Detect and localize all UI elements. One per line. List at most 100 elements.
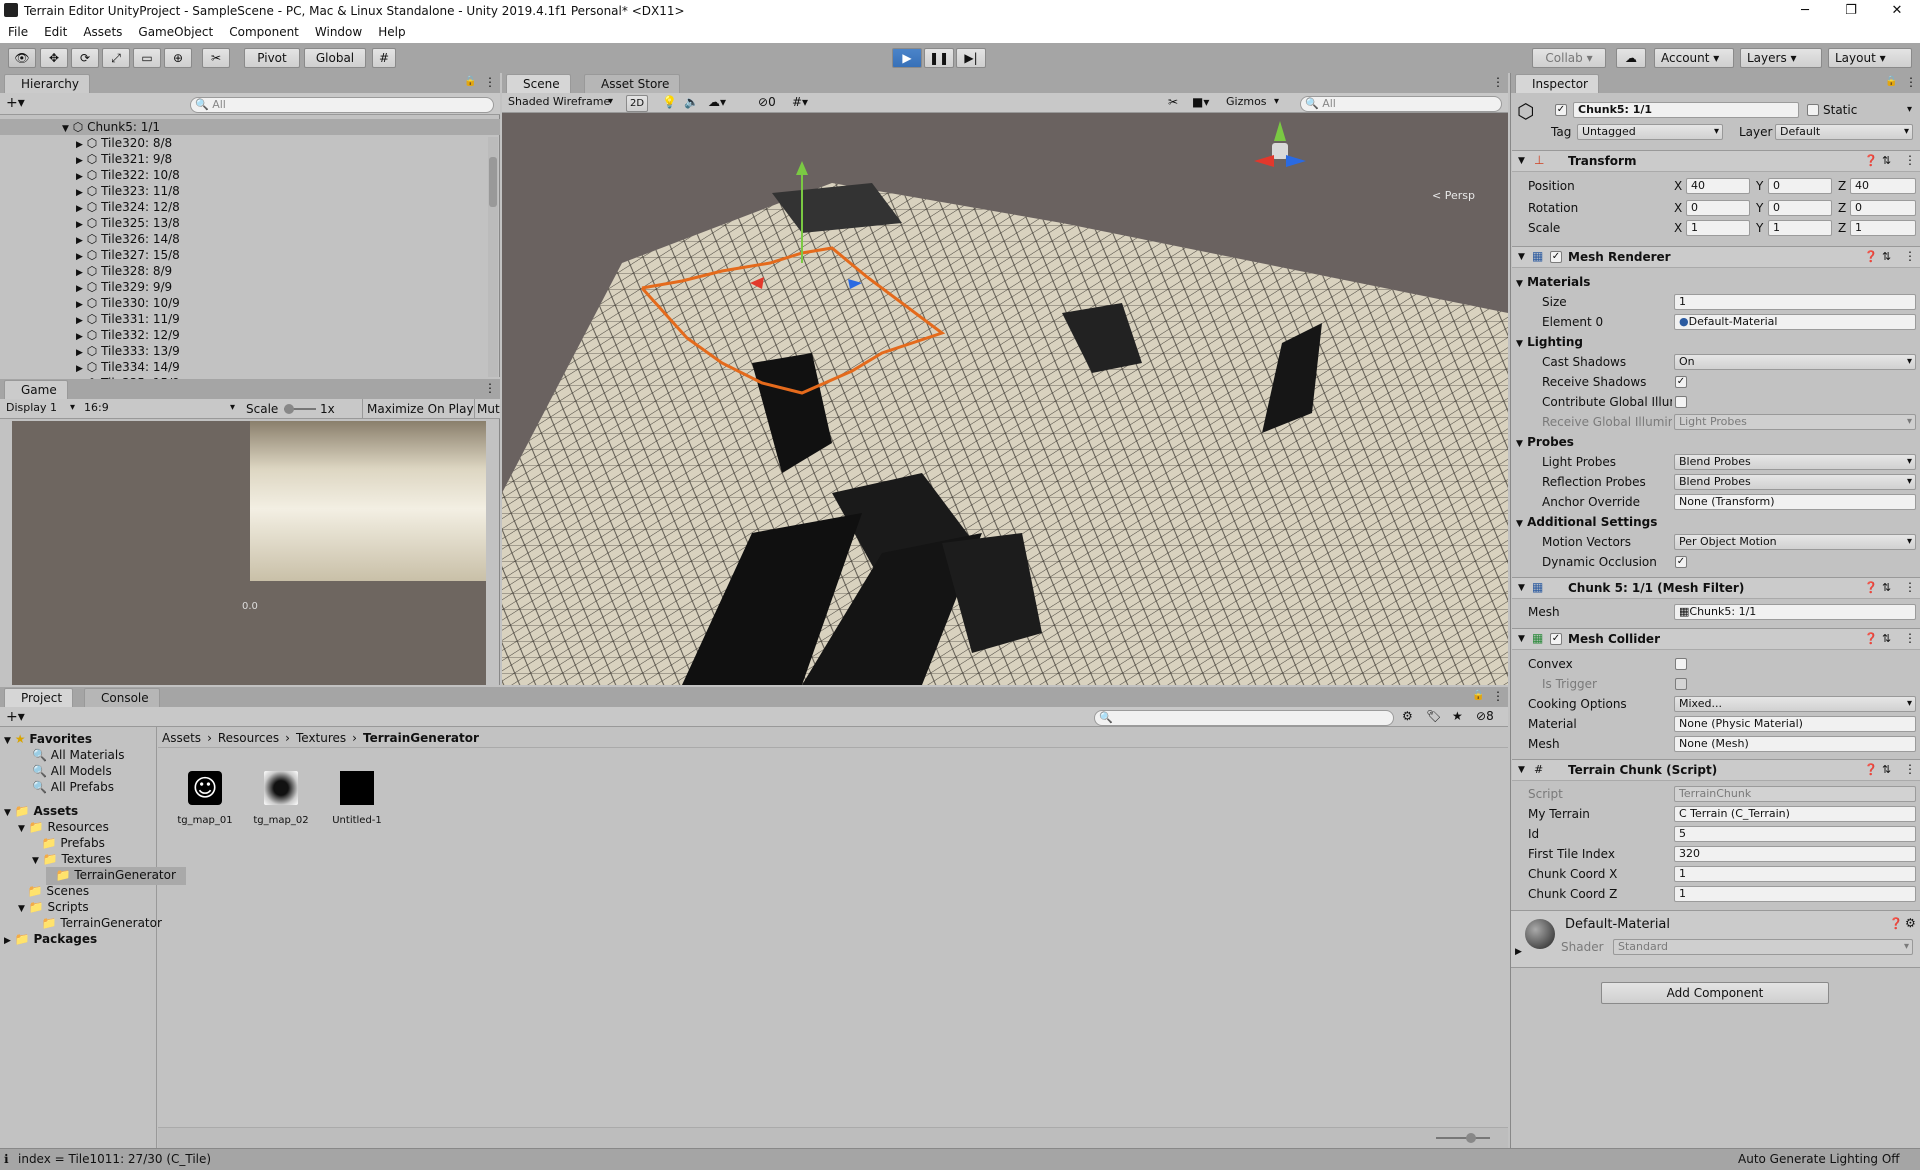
kebab-menu-icon[interactable]: ⋮ (1492, 75, 1504, 89)
hierarchy-item[interactable]: ▶ ⬡ Tile327: 15/8 (0, 247, 500, 263)
hierarchy-item[interactable]: ▶ ⬡ Tile324: 12/8 (0, 199, 500, 215)
create-asset-button[interactable]: +▾ (6, 709, 25, 725)
kebab-menu-icon[interactable]: ⋮ (1904, 580, 1916, 594)
position-z-field[interactable]: 40 (1850, 178, 1916, 194)
help-icon[interactable]: ❓ (1864, 154, 1878, 167)
tools-icon[interactable]: ✂ (1168, 95, 1178, 109)
maximize-button[interactable]: ❐ (1828, 0, 1874, 22)
collab-button[interactable]: Collab ▾ (1532, 48, 1606, 68)
menu-file[interactable]: File (8, 22, 28, 43)
cast-shadows-dropdown[interactable]: On (1674, 354, 1916, 370)
audio-toggle-icon[interactable]: 🔈 (684, 95, 699, 109)
position-x-field[interactable]: 40 (1686, 178, 1750, 194)
hierarchy-item[interactable]: ▶ ⬡ Tile320: 8/8 (0, 135, 500, 151)
scale-z-field[interactable]: 1 (1850, 220, 1916, 236)
hierarchy-item[interactable]: ▶ ⬡ Tile329: 9/9 (0, 279, 500, 295)
first-tile-index-field[interactable]: 320 (1674, 846, 1916, 862)
lighting-foldout[interactable]: ▼ Lighting (1516, 334, 1583, 352)
help-icon[interactable]: ❓ (1864, 581, 1878, 594)
active-checkbox[interactable]: ✓ (1555, 104, 1567, 116)
close-button[interactable]: ✕ (1874, 0, 1920, 22)
game-view[interactable]: 0.0 (12, 421, 486, 685)
mesh-filter-header[interactable]: ▼ ▦ Chunk 5: 1/1 (Mesh Filter) ❓ ⇅ ⋮ (1512, 577, 1920, 599)
expand-arrow-icon[interactable]: ▶ (76, 172, 83, 182)
hierarchy-item[interactable]: ▶ ⬡ Tile321: 9/8 (0, 151, 500, 167)
hierarchy-item[interactable]: ▶ ⬡ Tile330: 10/9 (0, 295, 500, 311)
expand-arrow-icon[interactable]: ▶ (76, 348, 83, 358)
gear-icon[interactable]: ⚙ (1905, 916, 1916, 930)
lock-icon[interactable]: 🔒 (464, 76, 476, 87)
menu-assets[interactable]: Assets (83, 22, 122, 43)
breadcrumb-textures[interactable]: Textures (296, 731, 346, 745)
step-button[interactable]: ▶| (956, 48, 986, 68)
menu-help[interactable]: Help (378, 22, 405, 43)
size-field[interactable]: 1 (1674, 294, 1916, 310)
breadcrumb-resources[interactable]: Resources (218, 731, 279, 745)
expand-arrow-icon[interactable]: ▶ (76, 156, 83, 166)
grid-toggle-icon[interactable]: #▾ (792, 95, 808, 109)
additional-settings-foldout[interactable]: ▼ Additional Settings (1516, 514, 1657, 532)
expand-arrow-icon[interactable]: ▶ (76, 140, 83, 150)
hierarchy-item[interactable]: ▶ ⬡ Tile323: 11/8 (0, 183, 500, 199)
hierarchy-item[interactable]: ▶ ⬡ Tile331: 11/9 (0, 311, 500, 327)
mute-audio-toggle[interactable]: Mut (474, 399, 502, 419)
convex-checkbox[interactable] (1675, 658, 1687, 670)
rotation-z-field[interactable]: 0 (1850, 200, 1916, 216)
display-dropdown[interactable]: Display 1 (2, 401, 78, 417)
hierarchy-root[interactable]: ▼ ⬡ Chunk5: 1/1 (0, 119, 500, 135)
kebab-menu-icon[interactable]: ⋮ (1904, 762, 1916, 776)
hand-tool-button[interactable]: 👁 (8, 48, 36, 68)
dynamic-occlusion-checkbox[interactable]: ✓ (1675, 556, 1687, 568)
file-tile[interactable]: Untitled-1 (326, 771, 388, 826)
position-y-field[interactable]: 0 (1768, 178, 1832, 194)
kebab-menu-icon[interactable]: ⋮ (1904, 631, 1916, 645)
icon-size-slider[interactable] (1436, 1133, 1490, 1143)
pivot-toggle[interactable]: Pivot (244, 48, 300, 68)
terrain-chunk-header[interactable]: ▼ # Terrain Chunk (Script) ❓ ⇅ ⋮ (1512, 759, 1920, 781)
favorite-all-models[interactable]: 🔍 All Models (32, 763, 112, 779)
static-dropdown-icon[interactable]: ▾ (1907, 102, 1912, 118)
menu-window[interactable]: Window (315, 22, 362, 43)
custom-tool-button[interactable]: ✂ (202, 48, 230, 68)
hierarchy-item[interactable]: ▶ ⬡ Tile326: 14/8 (0, 231, 500, 247)
file-tile[interactable]: tg_map_02 (250, 771, 312, 826)
help-icon[interactable]: ❓ (1864, 632, 1878, 645)
chunk-coord-x-field[interactable]: 1 (1674, 866, 1916, 882)
expand-arrow-icon[interactable]: ▶ (76, 220, 83, 230)
lock-icon[interactable]: 🔒 (1885, 76, 1897, 87)
materials-foldout[interactable]: ▼ Materials (1516, 274, 1590, 292)
mesh-collider-enabled-checkbox[interactable]: ✓ (1550, 633, 1562, 645)
expand-arrow-icon[interactable]: ▶ (76, 252, 83, 262)
hierarchy-item[interactable]: ▶ ⬡ Tile328: 8/9 (0, 263, 500, 279)
scale-y-field[interactable]: 1 (1768, 220, 1832, 236)
static-checkbox[interactable] (1807, 104, 1819, 116)
rotate-tool-button[interactable]: ⟳ (71, 48, 99, 68)
status-message[interactable]: index = Tile1011: 27/30 (C_Tile) (18, 1152, 211, 1166)
pause-button[interactable]: ❚❚ (924, 48, 954, 68)
preset-icon[interactable]: ⇅ (1882, 632, 1891, 645)
mesh-filter-mesh-field[interactable]: ▦Chunk5: 1/1 (1674, 604, 1916, 620)
scene-gizmo[interactable] (1248, 119, 1312, 183)
transform-header[interactable]: ▼ ⊥ Transform ❓ ⇅ ⋮ (1512, 150, 1920, 172)
rect-tool-button[interactable]: ▭ (133, 48, 161, 68)
receive-shadows-checkbox[interactable]: ✓ (1675, 376, 1687, 388)
breadcrumb-terraingenerator[interactable]: TerrainGenerator (363, 731, 479, 745)
hierarchy-item[interactable]: ▶ ⬡ Tile333: 13/9 (0, 343, 500, 359)
tab-asset-store[interactable]: Asset Store (584, 74, 681, 93)
preset-icon[interactable]: ⇅ (1882, 250, 1891, 263)
cloud-button[interactable]: ☁ (1616, 48, 1646, 68)
layers-dropdown[interactable]: Layers ▾ (1740, 48, 1822, 68)
add-component-button[interactable]: Add Component (1601, 982, 1829, 1004)
lighting-toggle-icon[interactable]: 💡 (662, 95, 677, 109)
global-toggle[interactable]: Global (304, 48, 366, 68)
kebab-menu-icon[interactable]: ⋮ (1904, 153, 1916, 167)
minimize-button[interactable]: ─ (1782, 0, 1828, 22)
help-icon[interactable]: ❓ (1864, 250, 1878, 263)
chunk-coord-z-field[interactable]: 1 (1674, 886, 1916, 902)
tab-project[interactable]: Project (4, 688, 74, 707)
id-field[interactable]: 5 (1674, 826, 1916, 842)
help-icon[interactable]: ❓ (1864, 763, 1878, 776)
light-probes-dropdown[interactable]: Blend Probes (1674, 454, 1916, 470)
rotation-y-field[interactable]: 0 (1768, 200, 1832, 216)
maximize-on-play-toggle[interactable]: Maximize On Play (362, 399, 478, 419)
